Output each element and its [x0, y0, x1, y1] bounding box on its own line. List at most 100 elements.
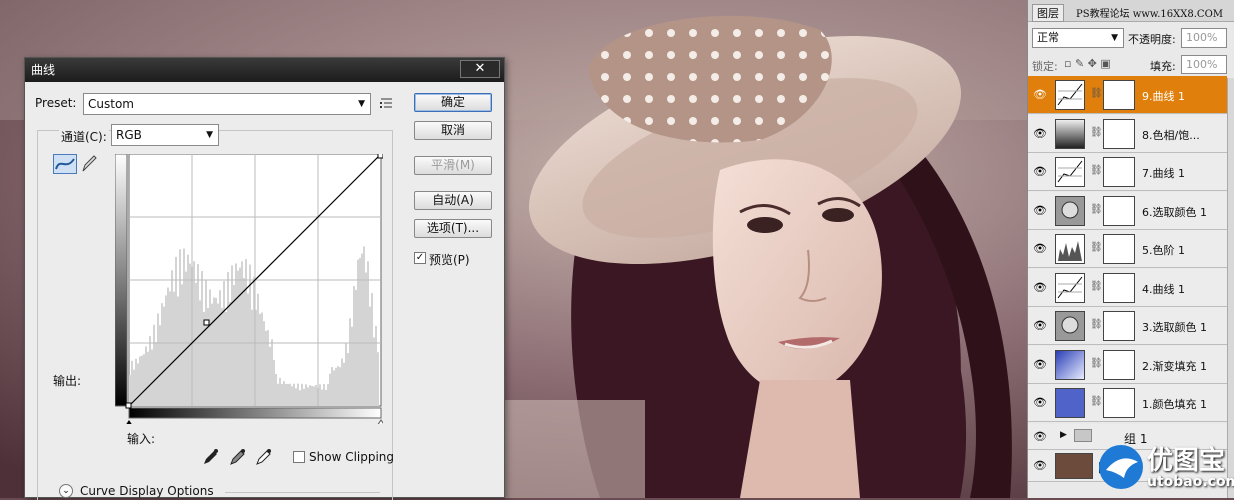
- black-eyedropper-icon[interactable]: [201, 448, 221, 466]
- eye-icon[interactable]: 👁: [1033, 88, 1047, 101]
- smooth-button[interactable]: 平滑(M): [414, 156, 492, 175]
- chevron-right-icon[interactable]: ▶: [1060, 430, 1067, 440]
- chevron-down-icon: ▼: [1111, 33, 1118, 43]
- histogram-bar: [347, 353, 349, 406]
- histogram-bar: [343, 362, 345, 406]
- histogram-bar: [265, 330, 267, 406]
- eye-icon[interactable]: 👁: [1033, 430, 1047, 443]
- eye-icon[interactable]: 👁: [1033, 281, 1047, 294]
- histogram-bar: [319, 384, 321, 406]
- histogram-bar: [203, 311, 205, 406]
- lock-icons[interactable]: ▫ ✎ ✥ ▣: [1064, 57, 1111, 70]
- adjustment-thumbnail: [1055, 388, 1085, 418]
- preset-select[interactable]: Custom ▼: [83, 93, 371, 115]
- expand-toggle[interactable]: ⌄: [59, 484, 73, 498]
- layer-name: 5.色阶 1: [1142, 244, 1185, 257]
- layer-mask-thumbnail[interactable]: [1103, 80, 1135, 110]
- eye-icon[interactable]: 👁: [1033, 165, 1047, 178]
- preset-label: Preset:: [35, 96, 77, 110]
- layers-scrollbar[interactable]: [1227, 78, 1234, 498]
- channel-select[interactable]: RGB ▼: [111, 124, 219, 146]
- layer-row[interactable]: 👁 ⛓ 4.曲线 1: [1028, 268, 1227, 307]
- eye-icon[interactable]: 👁: [1033, 242, 1047, 255]
- histogram-bar: [307, 387, 309, 406]
- layer-mask-thumbnail[interactable]: [1103, 388, 1135, 418]
- histogram-bar: [147, 351, 149, 406]
- gray-eyedropper-icon[interactable]: [228, 448, 248, 466]
- fill-field[interactable]: 100%: [1181, 55, 1227, 74]
- chain-link-icon[interactable]: ⛓: [1090, 204, 1103, 215]
- photo-thumbnail: [1055, 453, 1093, 479]
- layer-row[interactable]: 👁 ⛓ 5.色阶 1: [1028, 230, 1227, 268]
- histogram-bar: [145, 346, 147, 406]
- layer-mask-thumbnail[interactable]: [1103, 157, 1135, 187]
- histogram-bar: [275, 373, 277, 406]
- chain-link-icon[interactable]: ⛓: [1090, 88, 1103, 99]
- layer-row[interactable]: 👁 ⛓ 3.选取颜色 1: [1028, 307, 1227, 345]
- chain-link-icon[interactable]: ⛓: [1090, 358, 1103, 369]
- layer-mask-thumbnail[interactable]: [1103, 272, 1135, 303]
- input-gradient-bar: [128, 407, 382, 419]
- layer-mask-thumbnail[interactable]: [1103, 234, 1135, 264]
- layer-mask-thumbnail[interactable]: [1103, 311, 1135, 341]
- close-icon: ✕: [474, 61, 486, 76]
- layer-mask-thumbnail[interactable]: [1103, 118, 1135, 149]
- opacity-field[interactable]: 100%: [1181, 28, 1227, 48]
- chain-link-icon[interactable]: ⛓: [1090, 127, 1103, 138]
- chain-link-icon[interactable]: ⛓: [1090, 319, 1103, 330]
- histogram-bar: [155, 342, 157, 406]
- histogram-bar: [273, 359, 275, 406]
- show-clipping-checkbox[interactable]: [293, 451, 305, 463]
- tab-layers[interactable]: 图层: [1032, 4, 1064, 22]
- blend-mode-value: 正常: [1037, 31, 1059, 44]
- eye-icon[interactable]: 👁: [1033, 358, 1047, 371]
- close-button[interactable]: ✕: [460, 60, 500, 78]
- layer-name: 2.渐变填充 1: [1142, 359, 1207, 373]
- curve-graph[interactable]: [115, 154, 383, 424]
- layer-row[interactable]: 👁 ⛓ 6.选取颜色 1: [1028, 191, 1227, 230]
- histogram-bar: [277, 383, 279, 406]
- black-point-slider[interactable]: [125, 420, 133, 424]
- layer-row[interactable]: 👁 ⛓ 2.渐变填充 1: [1028, 345, 1227, 384]
- ok-button[interactable]: 确定: [414, 93, 492, 112]
- output-gradient-bar: [115, 154, 128, 407]
- dialog-title-bar[interactable]: 曲线 ✕: [25, 58, 504, 82]
- adjustment-thumbnail: [1055, 118, 1085, 149]
- curve-point[interactable]: [377, 154, 383, 159]
- layer-mask-thumbnail[interactable]: [1103, 349, 1135, 380]
- histogram-bar: [195, 282, 197, 406]
- auto-button[interactable]: 自动(A): [414, 191, 492, 210]
- layer-row[interactable]: 👁 ⛓ 7.曲线 1: [1028, 153, 1227, 191]
- histogram-bar: [215, 297, 217, 406]
- layer-mask-thumbnail[interactable]: [1103, 195, 1135, 226]
- histogram-bar: [271, 339, 273, 406]
- chain-link-icon[interactable]: ⛓: [1090, 396, 1103, 407]
- histogram-bar: [229, 301, 231, 406]
- eye-icon[interactable]: 👁: [1033, 396, 1047, 409]
- preview-checkbox[interactable]: ✓: [414, 252, 426, 264]
- eye-icon[interactable]: 👁: [1033, 127, 1047, 140]
- chain-link-icon[interactable]: ⛓: [1090, 165, 1103, 176]
- eye-icon[interactable]: 👁: [1033, 204, 1047, 217]
- blend-mode-select[interactable]: 正常 ▼: [1032, 28, 1124, 48]
- eye-icon[interactable]: 👁: [1033, 319, 1047, 332]
- white-point-slider[interactable]: [377, 419, 383, 424]
- adjustment-thumbnail: [1055, 272, 1085, 303]
- curve-point[interactable]: [203, 319, 210, 326]
- curve-point[interactable]: [125, 402, 132, 409]
- pencil-tool-icon[interactable]: [80, 154, 98, 174]
- eye-icon[interactable]: 👁: [1033, 459, 1047, 472]
- preset-options-icon[interactable]: [380, 96, 394, 110]
- white-eyedropper-icon[interactable]: [254, 448, 274, 466]
- cancel-button[interactable]: 取消: [414, 121, 492, 140]
- layer-row[interactable]: 👁 ⛓ 9.曲线 1: [1028, 76, 1227, 114]
- layer-row[interactable]: 👁 ⛓ 1.颜色填充 1: [1028, 384, 1227, 422]
- histogram-bar: [225, 312, 227, 406]
- curve-point-tool[interactable]: [53, 154, 77, 174]
- histogram-bar: [339, 367, 341, 406]
- layer-row[interactable]: 👁 ⛓ 8.色相/饱...: [1028, 114, 1227, 153]
- options-button[interactable]: 选项(T)...: [414, 219, 492, 238]
- chain-link-icon[interactable]: ⛓: [1090, 281, 1103, 292]
- chain-link-icon[interactable]: ⛓: [1090, 242, 1103, 253]
- histogram-bar: [213, 297, 215, 406]
